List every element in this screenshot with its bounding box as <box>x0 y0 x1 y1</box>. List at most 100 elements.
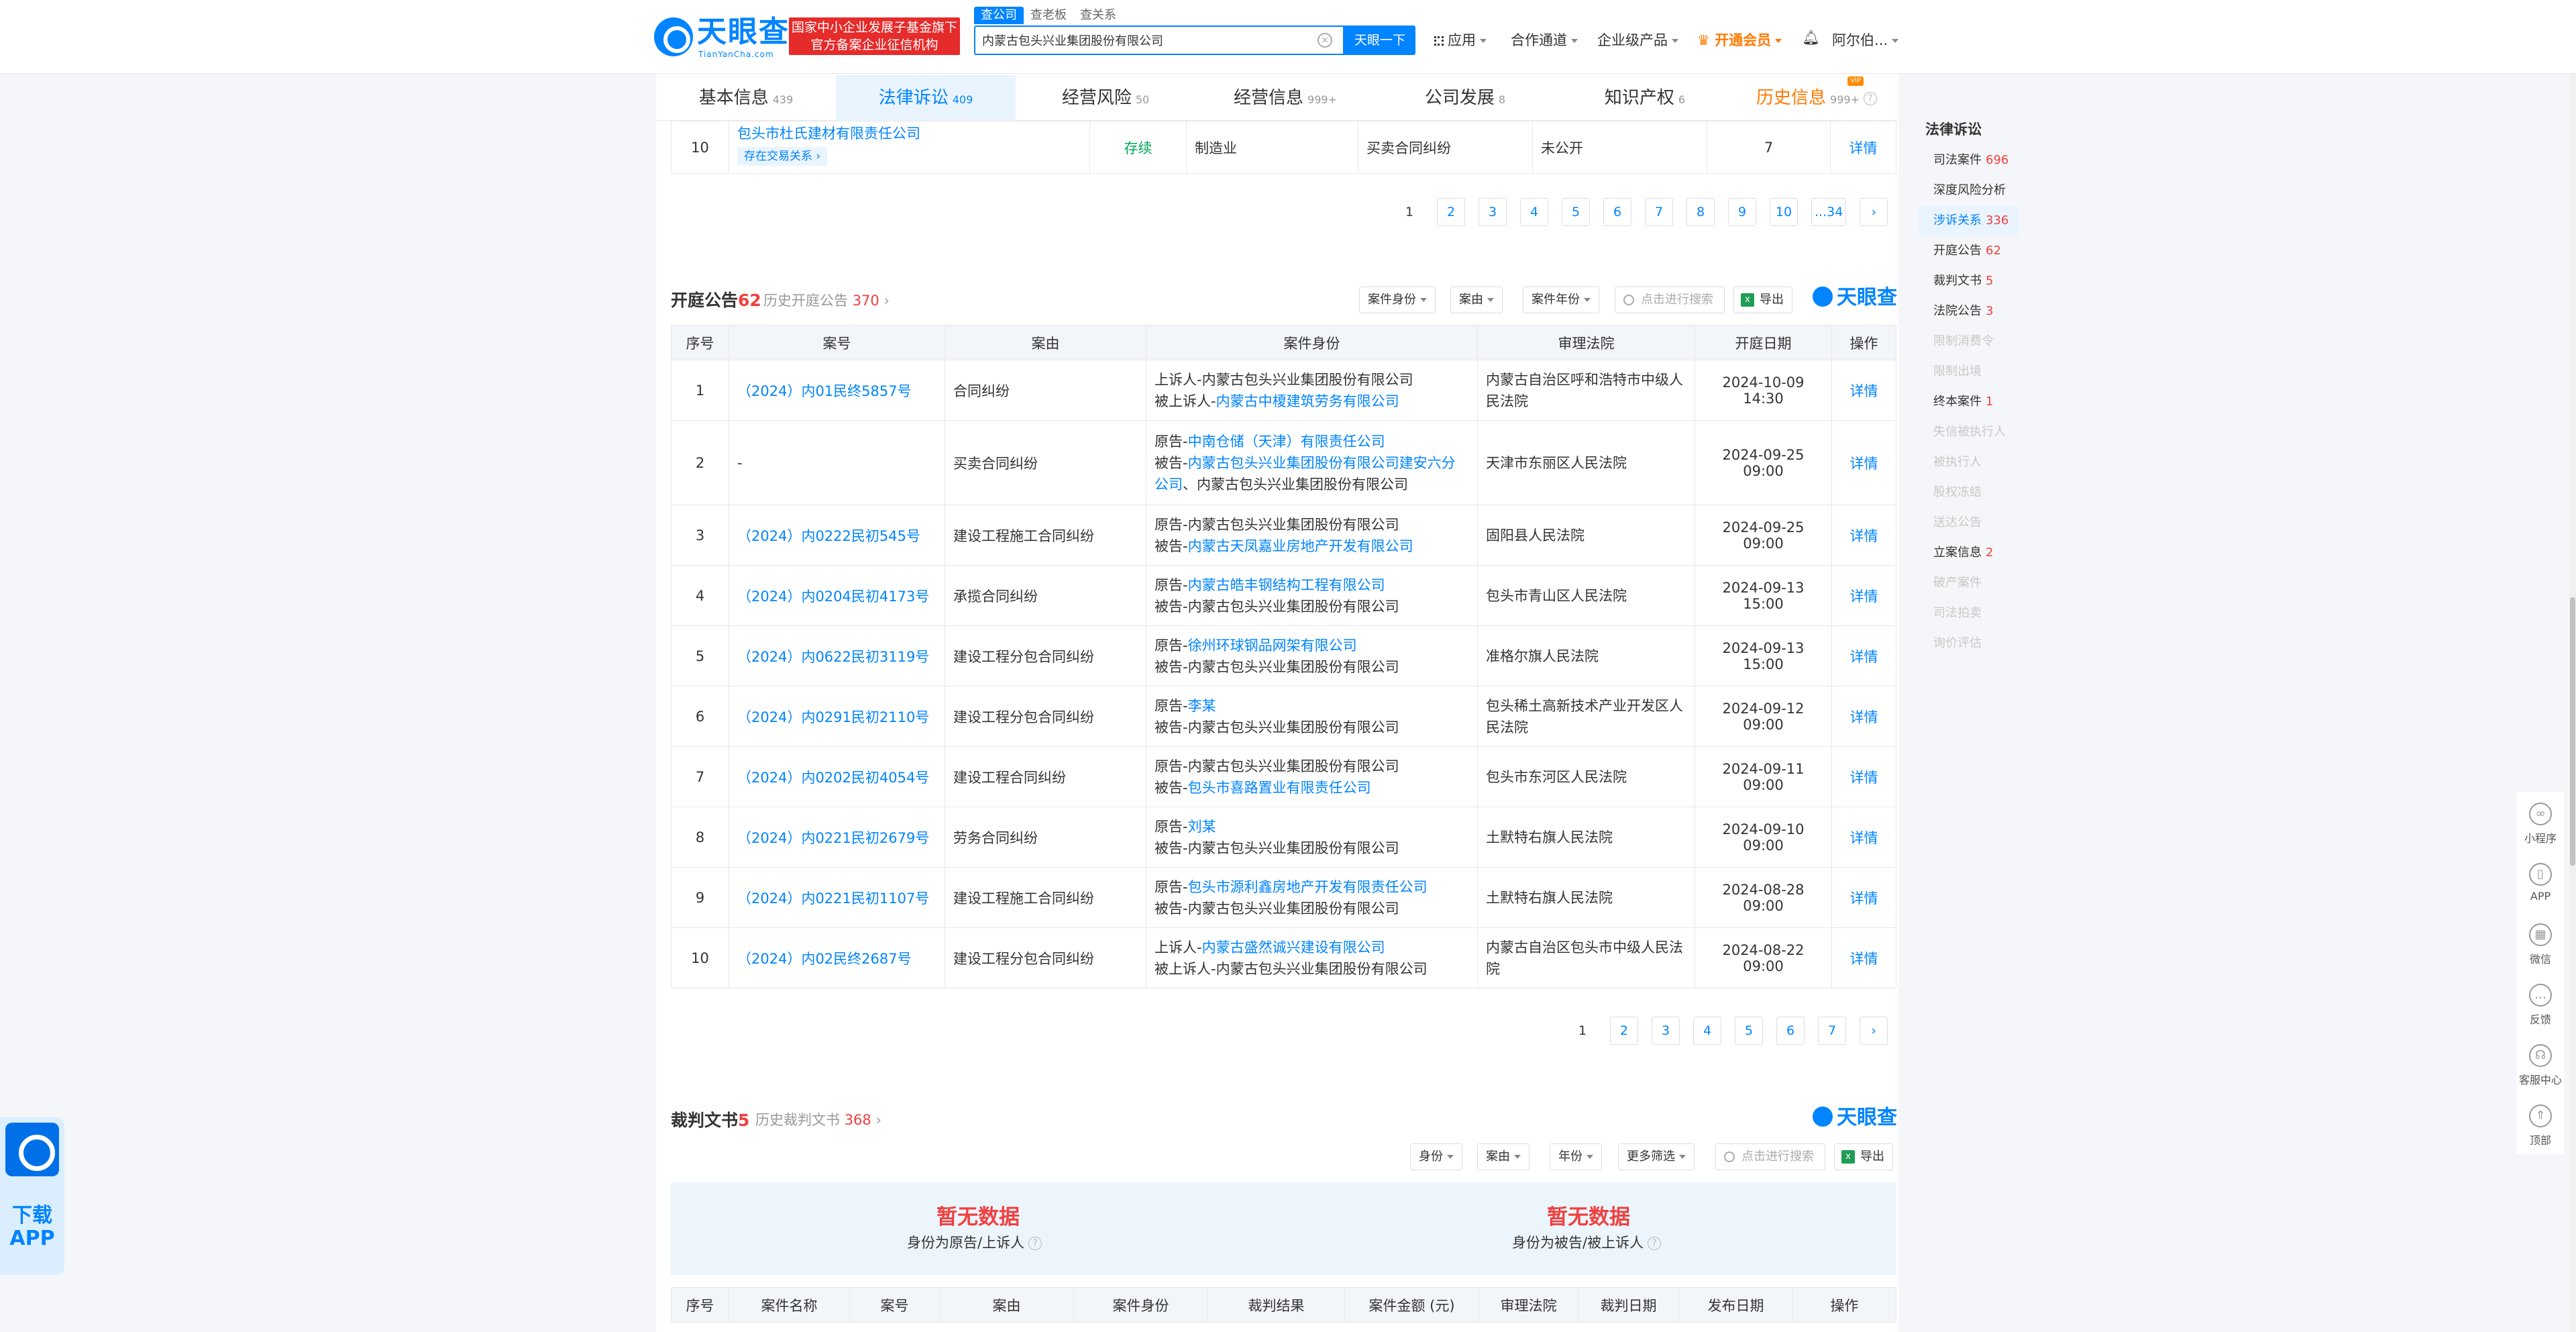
page-9[interactable]: 9 <box>1728 198 1756 226</box>
tab-basic-info[interactable]: 基本信息 439 <box>656 75 836 121</box>
party-link[interactable]: 包头市喜路置业有限责任公司 <box>1188 780 1371 796</box>
page-4[interactable]: 4 <box>1693 1017 1721 1045</box>
page-2[interactable]: 2 <box>1610 1017 1638 1045</box>
hearing-search-input[interactable]: 点击进行搜索 <box>1615 287 1725 313</box>
filter-cause[interactable]: 案由 <box>1477 1143 1529 1170</box>
filter-role[interactable]: 身份 <box>1410 1143 1462 1170</box>
detail-link[interactable]: 详情 <box>1850 456 1878 472</box>
page-8[interactable]: 8 <box>1686 198 1715 226</box>
page-2[interactable]: 2 <box>1437 198 1465 226</box>
filter-year[interactable]: 案件年份 <box>1523 287 1599 313</box>
page-4[interactable]: 4 <box>1520 198 1548 226</box>
page-more[interactable]: ...34 <box>1811 198 1847 226</box>
case-number-link[interactable]: （2024）内0202民初4054号 <box>737 770 929 786</box>
anchor-nav-item[interactable]: 终本案件 1 <box>1919 387 2019 417</box>
party-link[interactable]: 刘某 <box>1188 819 1216 835</box>
tab-development[interactable]: 公司发展 8 <box>1375 75 1555 121</box>
user-menu[interactable]: 阿尔伯... <box>1832 30 1899 50</box>
case-number-link[interactable]: （2024）内0221民初1107号 <box>737 890 929 907</box>
tab-operating-info[interactable]: 经营信息 999+ <box>1195 75 1375 121</box>
trade-relation-tag[interactable]: 存在交易关系 › <box>737 147 828 166</box>
judgment-history-link[interactable]: 历史裁判文书 368 › <box>755 1109 881 1129</box>
scrollbar-thumb[interactable] <box>2570 597 2575 866</box>
tab-history[interactable]: 历史信息 999+? VIP <box>1735 75 1898 121</box>
tab-legal[interactable]: 法律诉讼 409 <box>836 75 1016 121</box>
party-link[interactable]: 内蒙古盛然诚兴建设有限公司 <box>1202 939 1385 956</box>
filter-year[interactable]: 年份 <box>1550 1143 1602 1170</box>
nav-vip[interactable]: ♛ 开通会员 <box>1697 30 1782 50</box>
party-link[interactable]: 徐州环球钢品网架有限公司 <box>1188 637 1357 654</box>
anchor-nav-item[interactable]: 开庭公告 62 <box>1919 236 2019 266</box>
case-number-link[interactable]: （2024）内02民终2687号 <box>737 951 912 967</box>
detail-link[interactable]: 详情 <box>1850 383 1878 399</box>
anchor-nav-item[interactable]: 法院公告 3 <box>1919 296 2019 326</box>
bell-icon[interactable]: 🔔︎ <box>1802 30 1820 46</box>
nav-enterprise-products[interactable]: 企业级产品 <box>1597 30 1678 50</box>
page-7[interactable]: 7 <box>1645 198 1673 226</box>
nav-partnership[interactable]: 合作通道 <box>1511 30 1578 50</box>
page-6[interactable]: 6 <box>1603 198 1631 226</box>
judgment-search-input[interactable]: 点击进行搜索 <box>1715 1143 1825 1170</box>
case-number-link[interactable]: - <box>737 455 743 471</box>
clear-icon[interactable]: × <box>1318 33 1332 48</box>
detail-link[interactable]: 详情 <box>1850 709 1878 725</box>
nav-apps[interactable]: 应用 <box>1434 30 1487 50</box>
page-3[interactable]: 3 <box>1479 198 1507 226</box>
anchor-nav-item[interactable]: 涉诉关系 336 <box>1919 205 2019 236</box>
detail-link[interactable]: 详情 <box>1850 951 1878 967</box>
tab-operating-risk[interactable]: 经营风险 50 <box>1016 75 1195 121</box>
party-link[interactable]: 李某 <box>1188 698 1216 714</box>
detail-link[interactable]: 详情 <box>1850 528 1878 544</box>
search-button[interactable]: 天眼一下 <box>1344 25 1415 55</box>
page-1[interactable]: 1 <box>1395 198 1424 226</box>
page-5[interactable]: 5 <box>1562 198 1590 226</box>
help-icon[interactable]: ? <box>1648 1237 1662 1250</box>
download-app-widget[interactable]: 下载APP <box>0 1117 64 1275</box>
help-icon[interactable]: ? <box>1028 1237 1042 1250</box>
detail-link[interactable]: 详情 <box>1850 588 1878 605</box>
tab-ip[interactable]: 知识产权 6 <box>1555 75 1735 121</box>
next-page-icon[interactable]: › <box>1860 1017 1888 1045</box>
party-link[interactable]: 包头市源利鑫房地产开发有限责任公司 <box>1188 879 1428 895</box>
detail-link[interactable]: 详情 <box>1850 649 1878 665</box>
detail-link[interactable]: 详情 <box>1850 890 1878 907</box>
hearing-history-link[interactable]: 历史开庭公告 370 › <box>763 290 890 310</box>
filter-more[interactable]: 更多筛选 <box>1618 1143 1695 1170</box>
page-1[interactable]: 1 <box>1568 1017 1597 1045</box>
detail-link[interactable]: 详情 <box>1850 770 1878 786</box>
anchor-nav-item[interactable]: 立案信息 2 <box>1919 537 2019 568</box>
page-3[interactable]: 3 <box>1652 1017 1680 1045</box>
case-number-link[interactable]: （2024）内0622民初3119号 <box>737 649 929 665</box>
judgment-export-button[interactable]: x 导出 <box>1834 1143 1893 1170</box>
hearing-export-button[interactable]: x 导出 <box>1733 287 1792 313</box>
anchor-nav-item[interactable]: 司法案件 696 <box>1919 145 2019 175</box>
tianyancha-logo[interactable]: 天眼查 TianYanCha.com <box>654 16 788 60</box>
party-link[interactable]: 内蒙古中榎建筑劳务有限公司 <box>1216 393 1399 409</box>
party-link[interactable]: 中南仓储（天津）有限责任公司 <box>1188 433 1385 450</box>
tool-qr-code[interactable]: ▦ 微信 <box>2517 913 2564 973</box>
detail-link[interactable]: 详情 <box>1849 140 1878 156</box>
page-6[interactable]: 6 <box>1776 1017 1805 1045</box>
tool-rocket[interactable]: ⇑ 顶部 <box>2517 1094 2564 1154</box>
search-tab-boss[interactable]: 查老板 <box>1024 7 1073 24</box>
tool-headset[interactable]: ☊ 客服中心 <box>2517 1033 2564 1094</box>
search-input[interactable] <box>975 27 1297 54</box>
anchor-nav-item[interactable]: 裁判文书 5 <box>1919 266 2019 296</box>
tool-phone[interactable]: ▯ APP <box>2517 852 2564 913</box>
search-tab-company[interactable]: 查公司 <box>974 7 1024 24</box>
page-5[interactable]: 5 <box>1735 1017 1763 1045</box>
tool-feedback[interactable]: … 反馈 <box>2517 973 2564 1033</box>
next-page-icon[interactable]: › <box>1860 198 1888 226</box>
search-tab-relation[interactable]: 查关系 <box>1073 7 1123 24</box>
party-link[interactable]: 内蒙古天凤嘉业房地产开发有限公司 <box>1188 538 1413 554</box>
page-10[interactable]: 10 <box>1770 198 1798 226</box>
anchor-nav-item[interactable]: 深度风险分析 <box>1919 175 2019 205</box>
detail-link[interactable]: 详情 <box>1850 830 1878 846</box>
case-number-link[interactable]: （2024）内0204民初4173号 <box>737 588 929 605</box>
case-number-link[interactable]: （2024）内0221民初2679号 <box>737 830 929 846</box>
help-icon[interactable]: ? <box>1863 91 1877 105</box>
company-link[interactable]: 包头市杜氏建材有限责任公司 <box>737 125 920 142</box>
filter-case-role[interactable]: 案件身份 <box>1359 287 1436 313</box>
page-7[interactable]: 7 <box>1818 1017 1846 1045</box>
case-number-link[interactable]: （2024）内0222民初545号 <box>737 528 920 544</box>
